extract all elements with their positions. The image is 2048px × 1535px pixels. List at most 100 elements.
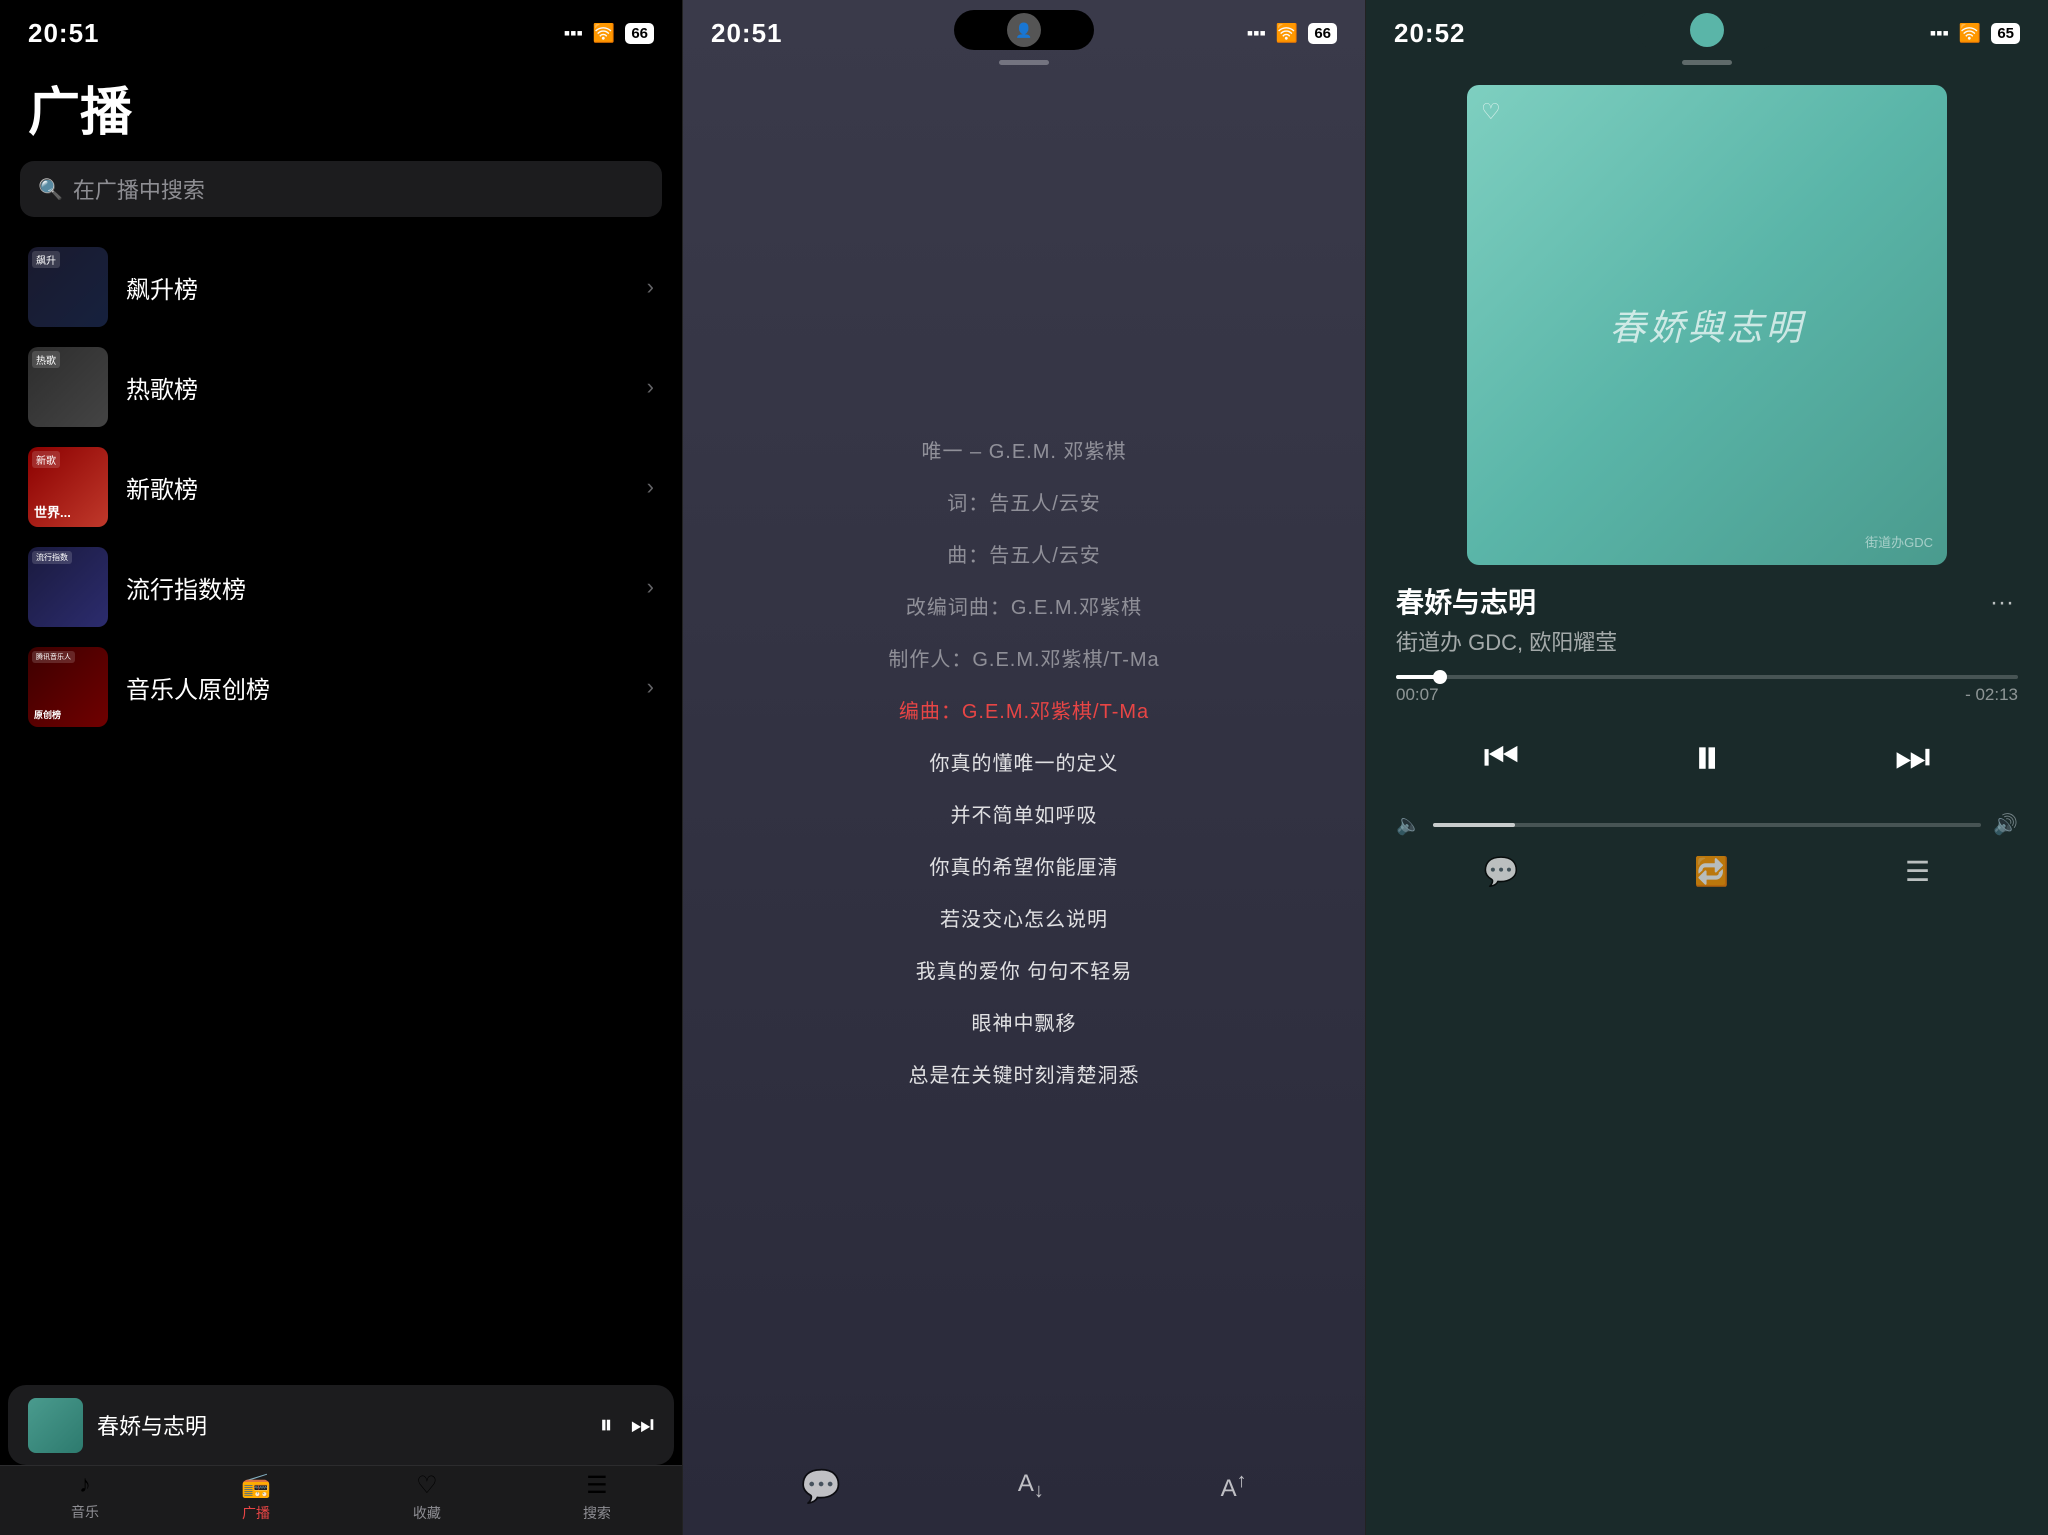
track-info-text: 春娇与志明 街道办 GDC, 欧阳耀莹: [1396, 585, 1617, 657]
repeat-button[interactable]: 🔁: [1694, 855, 1729, 888]
chart-info-5: 音乐人原创榜: [126, 670, 629, 705]
queue-button[interactable]: ☰: [1905, 855, 1930, 888]
thumb-badge-1: 飙升: [32, 251, 60, 268]
chart-item-2[interactable]: 热歌 热歌榜 ›: [0, 337, 682, 437]
chart-info-4: 流行指数榜: [126, 570, 629, 605]
radio-tab-label: 广播: [242, 1503, 270, 1523]
favorites-tab-label: 收藏: [413, 1503, 441, 1523]
lyric-line-7: 你真的懂唯一的定义: [930, 742, 1119, 786]
swipe-handle-3: [1682, 60, 1732, 65]
page-title-radio: 广播: [0, 60, 682, 161]
lyric-line-13: 总是在关键时刻清楚洞悉: [909, 1054, 1140, 1098]
album-art-container: ♡ 春娇與志明 街道办GDC: [1396, 85, 2018, 565]
status-right-3: ▪▪▪ 🛜 65: [1930, 23, 2020, 44]
status-time-3: 20:52: [1394, 18, 1466, 49]
search-icon: 🔍: [38, 177, 63, 202]
lyric-line-11: 我真的爱你 句句不轻易: [916, 950, 1133, 994]
chart-item-5[interactable]: 腾讯音乐人 原创榜 音乐人原创榜 ›: [0, 637, 682, 737]
battery-2: 66: [1308, 23, 1337, 44]
volume-min-icon: 🔈: [1396, 812, 1421, 837]
chart-info-2: 热歌榜: [126, 370, 629, 405]
wifi-icon-3: 🛜: [1959, 23, 1981, 44]
now-playing-panel: 20:52 ▪▪▪ 🛜 65 ♡ 春娇與志明 街道办GDC 春娇与志明 街道办 …: [1366, 0, 2048, 1535]
chart-thumb-2: 热歌: [28, 347, 108, 427]
next-button[interactable]: ⏭: [1895, 735, 1931, 780]
time-total: - 02:13: [1965, 685, 2018, 705]
status-time-1: 20:51: [28, 18, 100, 49]
lyrics-scroll: 唯一 – G.E.M. 邓紫棋 词：告五人/云安 曲：告五人/云安 改编词曲：G…: [683, 75, 1365, 1453]
radio-tab-icon: 📻: [241, 1471, 271, 1500]
chart-thumb-5: 腾讯音乐人 原创榜: [28, 647, 108, 727]
lyrics-panel: 20:51 👤 ▪▪▪ 🛜 66 唯一 – G.E.M. 邓紫棋 词：告五人/云…: [682, 0, 1366, 1535]
chart-item-3[interactable]: 新歌 世界... 新歌榜 ›: [0, 437, 682, 537]
chart-item-4[interactable]: 流行指数 流行指数榜 ›: [0, 537, 682, 637]
font-increase-button[interactable]: A↑: [1221, 1470, 1247, 1503]
heart-icon: ♡: [1481, 99, 1501, 125]
mini-next-button[interactable]: ⏭: [631, 1409, 654, 1441]
thumb-badge-5: 腾讯音乐人: [32, 651, 75, 663]
favorites-tab-icon: ♡: [416, 1471, 438, 1500]
signal-icon-3: ▪▪▪: [1930, 23, 1949, 44]
progress-times: 00:07 - 02:13: [1396, 685, 2018, 705]
status-time-2: 20:51: [711, 18, 783, 49]
battery-3: 65: [1991, 23, 2020, 44]
tab-search[interactable]: ☰ 搜索: [583, 1471, 611, 1523]
track-title: 春娇与志明: [1396, 585, 1617, 621]
mini-player-thumb: [28, 1398, 83, 1453]
chart-name-4: 流行指数榜: [126, 570, 629, 605]
chevron-icon-2: ›: [647, 374, 654, 400]
lyric-line-5: 制作人：G.E.M.邓紫棋/T-Ma: [888, 638, 1159, 682]
font-decrease-button[interactable]: A↓: [1018, 1470, 1044, 1503]
chart-name-3: 新歌榜: [126, 470, 629, 505]
status-right-2: ▪▪▪ 🛜 66: [1247, 23, 1337, 44]
now-playing-content: ♡ 春娇與志明 街道办GDC 春娇与志明 街道办 GDC, 欧阳耀莹 ··· 0…: [1366, 75, 2048, 1535]
signal-icon-1: ▪▪▪: [564, 23, 583, 44]
lyric-line-12: 眼神中飘移: [972, 1002, 1077, 1046]
mini-player-title: 春娇与志明: [97, 1409, 586, 1441]
lyric-line-4: 改编词曲：G.E.M.邓紫棋: [906, 586, 1142, 630]
volume-row: 🔈 🔊: [1396, 812, 2018, 837]
chart-info-3: 新歌榜: [126, 470, 629, 505]
lyrics-controls: 💬 A↓ A↑: [683, 1453, 1365, 1535]
mini-pause-button[interactable]: ⏸: [600, 1409, 613, 1441]
tab-music[interactable]: ♪ 音乐: [71, 1471, 99, 1522]
mini-player-controls: ⏸ ⏭: [600, 1409, 654, 1441]
tab-radio[interactable]: 📻 广播: [241, 1471, 271, 1523]
lyric-line-10: 若没交心怎么说明: [940, 898, 1108, 942]
chart-thumb-4: 流行指数: [28, 547, 108, 627]
player-bottom-controls: 💬 🔁 ☰: [1396, 845, 2018, 908]
comment-button-lyrics[interactable]: 💬: [801, 1467, 841, 1505]
progress-bar[interactable]: [1396, 675, 2018, 679]
radio-browse-panel: 20:51 ▪▪▪ 🛜 66 广播 🔍 在广播中搜索 飙升 飙升榜 › 热歌 热…: [0, 0, 682, 1535]
chart-item-1[interactable]: 飙升 飙升榜 ›: [0, 237, 682, 337]
dynamic-island-2: 👤: [954, 10, 1094, 50]
volume-bar[interactable]: [1433, 823, 1981, 827]
lyric-line-1: 唯一 – G.E.M. 邓紫棋: [921, 430, 1126, 474]
search-bar-radio[interactable]: 🔍 在广播中搜索: [20, 161, 662, 217]
chart-info-1: 飙升榜: [126, 270, 629, 305]
progress-fill: [1396, 675, 1440, 679]
chevron-icon-4: ›: [647, 574, 654, 600]
pause-button[interactable]: ⏸: [1694, 727, 1720, 788]
thumb-badge-2: 热歌: [32, 351, 60, 368]
comment-button-player[interactable]: 💬: [1484, 855, 1519, 888]
progress-thumb: [1433, 670, 1447, 684]
track-info-row: 春娇与志明 街道办 GDC, 欧阳耀莹 ···: [1396, 585, 2018, 657]
status-right-1: ▪▪▪ 🛜 66: [564, 23, 654, 44]
chart-name-1: 飙升榜: [126, 270, 629, 305]
lyric-line-2: 词：告五人/云安: [947, 482, 1101, 526]
thumb-badge-3: 新歌: [32, 451, 60, 468]
time-current: 00:07: [1396, 685, 1439, 705]
chart-list: 飙升 飙升榜 › 热歌 热歌榜 › 新歌 世界... 新歌榜 ›: [0, 237, 682, 1535]
tab-bar: ♪ 音乐 📻 广播 ♡ 收藏 ☰ 搜索: [0, 1465, 682, 1535]
chart-thumb-1: 飙升: [28, 247, 108, 327]
chart-thumb-3: 新歌 世界...: [28, 447, 108, 527]
search-placeholder: 在广播中搜索: [73, 173, 205, 205]
progress-container[interactable]: 00:07 - 02:13: [1396, 675, 2018, 705]
wifi-icon-2: 🛜: [1276, 23, 1298, 44]
lyric-line-3: 曲：告五人/云安: [947, 534, 1101, 578]
mini-player[interactable]: 春娇与志明 ⏸ ⏭: [8, 1385, 674, 1465]
prev-button[interactable]: ⏮: [1483, 735, 1519, 780]
tab-favorites[interactable]: ♡ 收藏: [413, 1471, 441, 1523]
more-options-button[interactable]: ···: [1986, 585, 2018, 621]
